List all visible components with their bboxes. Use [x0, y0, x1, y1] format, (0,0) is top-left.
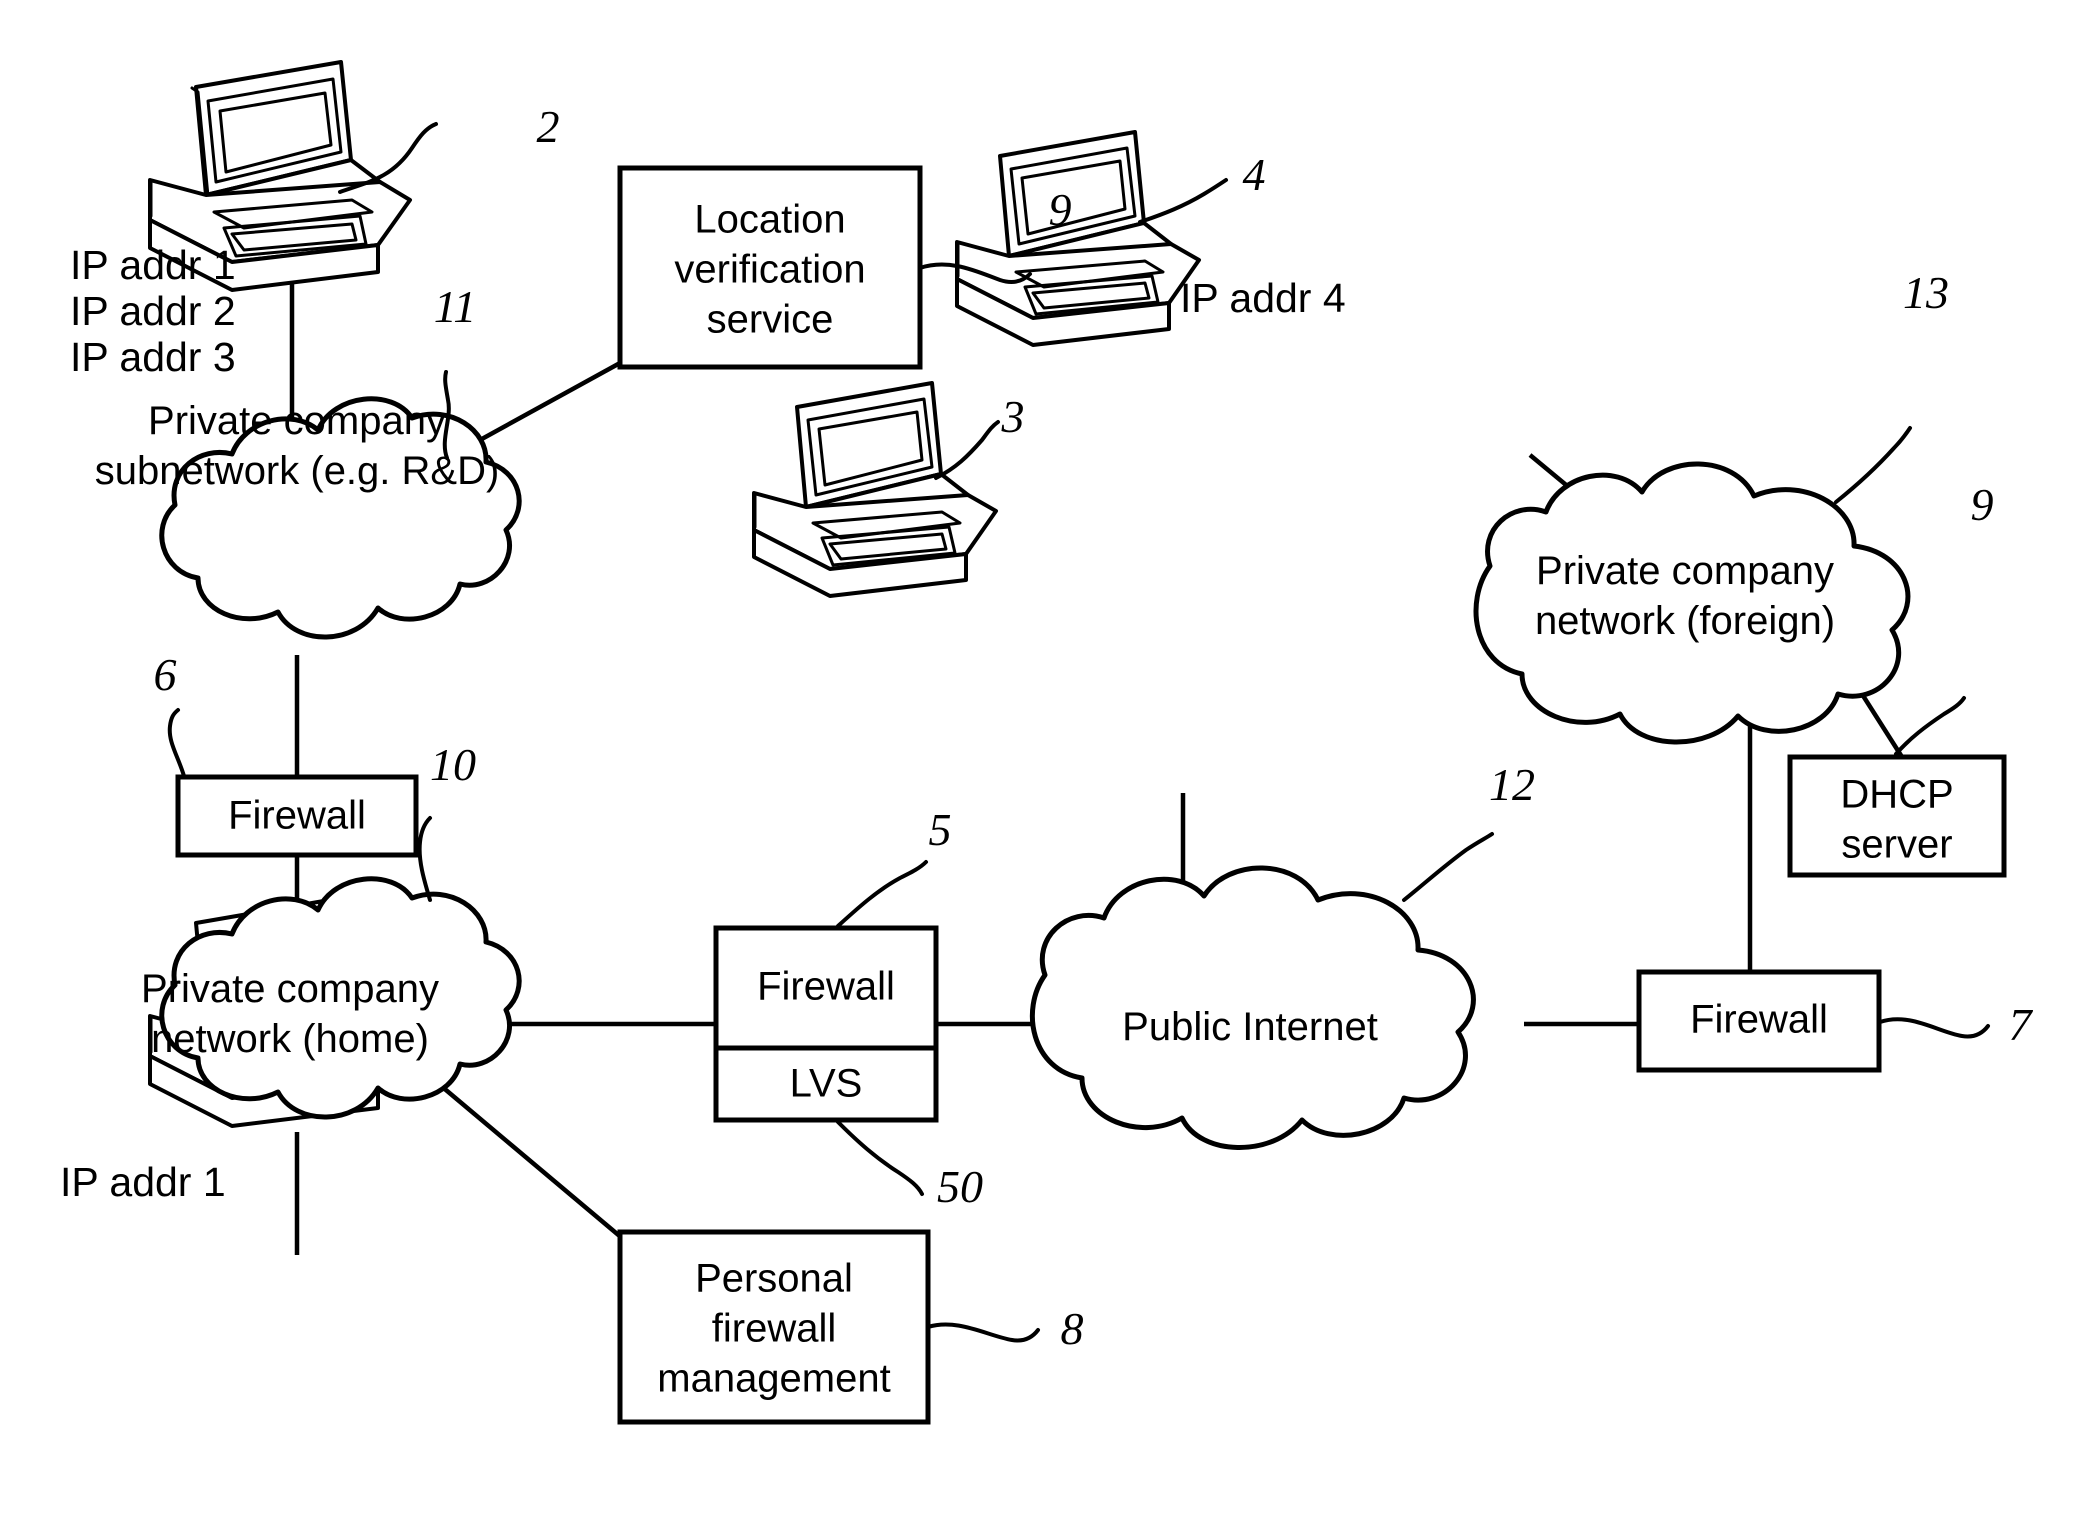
cloud-public-internet-label: Public Internet: [1122, 1005, 1378, 1049]
ref-numeral-11: 11: [434, 281, 477, 332]
ref-numeral-12: 12: [1489, 759, 1535, 810]
location-verification-service-box[interactable]: Location verification service: [617, 165, 923, 370]
ref-numeral-8: 8: [1061, 1303, 1084, 1354]
firewall-box-top[interactable]: Firewall: [175, 774, 419, 858]
firewall-lvs-stack[interactable]: Firewall LVS: [713, 925, 939, 1123]
dhcp-server-box[interactable]: DHCP server: [1787, 754, 2007, 878]
lvs-box-line1: Location: [694, 198, 845, 242]
pfm-box-line1: Personal: [695, 1257, 853, 1301]
annotation-ip-addr-3-top: IP addr 3: [70, 334, 236, 380]
ref-numeral-6: 6: [154, 649, 177, 700]
cloud-foreign-line2: network (foreign): [1535, 599, 1835, 643]
firewall-box-right[interactable]: Firewall: [1636, 969, 1882, 1073]
cloud-subnetwork-line1: Private company: [148, 399, 446, 443]
annotation-ip-addr-1-top: IP addr 1: [70, 242, 236, 288]
ref-numeral-50: 50: [937, 1161, 983, 1212]
lvs-box-line3: service: [707, 298, 834, 342]
ref-numeral-13: 13: [1903, 267, 1949, 318]
lvs-unit-label: LVS: [790, 1062, 863, 1106]
personal-firewall-management-box[interactable]: Personal firewall management: [617, 1229, 931, 1425]
cloud-home-line2: network (home): [151, 1017, 429, 1061]
ref-numeral-10: 10: [430, 739, 476, 790]
cloud-foreign-line1: Private company: [1536, 549, 1834, 593]
firewall-center-label: Firewall: [757, 965, 895, 1009]
cloud-home-line1: Private company: [141, 967, 439, 1011]
laptop-icon-3: [752, 381, 998, 598]
cloud-public-internet: Public Internet: [1029, 865, 1476, 1150]
annotation-ip-addr-2-top: IP addr 2: [70, 288, 236, 334]
firewall-top-label: Firewall: [228, 794, 366, 838]
pfm-box-line3: management: [657, 1357, 890, 1401]
cloud-subnetwork: Private company subnetwork (e.g. R&D): [95, 396, 522, 640]
lvs-box-line2: verification: [674, 248, 865, 292]
cloud-subnetwork-line2: subnetwork (e.g. R&D): [95, 449, 500, 493]
dhcp-box-line2: server: [1841, 823, 1952, 867]
annotation-ip-addr-1-bottom: IP addr 1: [60, 1159, 226, 1205]
ref-numeral-9-lvs: 9: [1049, 184, 1072, 235]
dhcp-box-line1: DHCP: [1840, 773, 1953, 817]
pfm-box-line2: firewall: [712, 1307, 836, 1351]
ref-numeral-3: 3: [1001, 391, 1025, 442]
ref-numeral-7: 7: [2009, 999, 2034, 1050]
ref-numeral-2: 2: [537, 101, 560, 152]
laptop-icon-4: [955, 130, 1201, 347]
ref-numeral-5: 5: [929, 804, 952, 855]
patent-figure: Private company subnetwork (e.g. R&D) Pr…: [0, 0, 2086, 1515]
annotation-ip-addr-4: IP addr 4: [1180, 275, 1346, 321]
firewall-right-label: Firewall: [1690, 998, 1828, 1042]
ref-numeral-9-dhcp: 9: [1971, 479, 1994, 530]
cloud-foreign-network: Private company network (foreign): [1473, 461, 1911, 745]
ref-numeral-4: 4: [1243, 149, 1266, 200]
